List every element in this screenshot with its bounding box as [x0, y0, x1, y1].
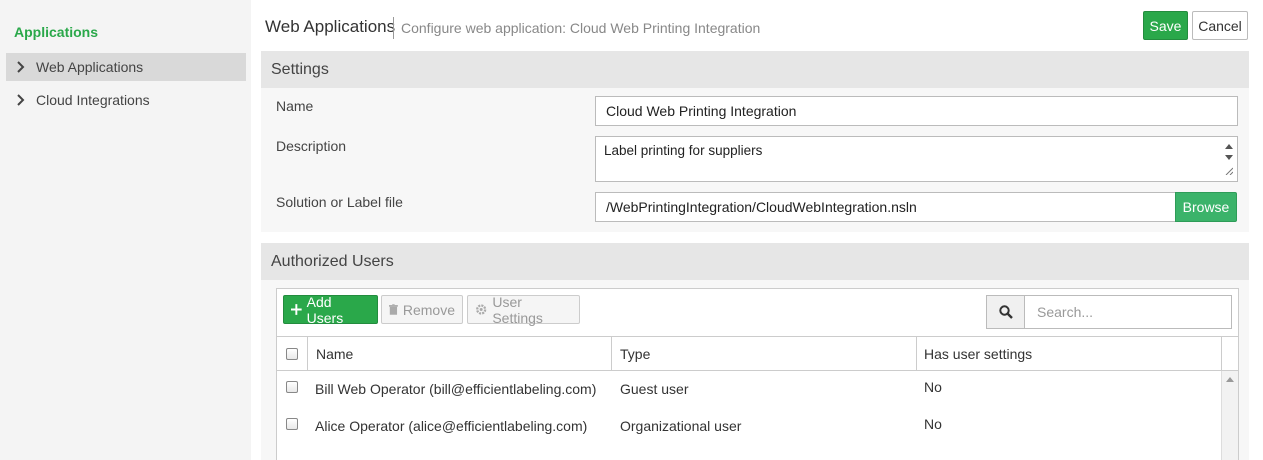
user-has-settings: No	[924, 379, 942, 395]
trash-icon	[389, 304, 398, 315]
user-settings-label: User Settings	[492, 293, 543, 326]
file-label: Solution or Label file	[276, 194, 403, 210]
table-header: Name Type Has user settings	[277, 336, 1238, 371]
scroll-up-icon	[1225, 144, 1233, 149]
remove-button[interactable]: Remove	[381, 295, 463, 324]
user-type: Guest user	[620, 381, 689, 397]
sidebar-item-cloud-integrations[interactable]: Cloud Integrations	[6, 86, 246, 114]
sidebar-item-label: Cloud Integrations	[36, 92, 150, 108]
page-subtitle: Configure web application: Cloud Web Pri…	[401, 20, 761, 36]
sidebar: Applications Web Applications Cloud Inte…	[0, 0, 251, 460]
search-icon	[998, 305, 1013, 319]
sidebar-item-web-applications[interactable]: Web Applications	[6, 53, 246, 81]
name-value: Cloud Web Printing Integration	[606, 103, 797, 119]
settings-header: Settings	[261, 51, 1249, 88]
settings-title: Settings	[271, 60, 329, 78]
row-checkbox[interactable]	[286, 418, 298, 430]
remove-label: Remove	[402, 301, 455, 318]
user-has-settings: No	[924, 416, 942, 432]
description-field[interactable]: Label printing for suppliers	[595, 136, 1238, 182]
browse-button[interactable]: Browse	[1175, 192, 1237, 222]
name-label: Name	[276, 98, 314, 114]
add-users-button[interactable]: Add Users	[283, 293, 378, 326]
textarea-scrollbar[interactable]	[1223, 139, 1235, 179]
plus-icon	[291, 304, 302, 315]
scroll-up-icon	[1226, 377, 1234, 382]
table-scrollbar[interactable]	[1221, 371, 1238, 460]
description-value: Label printing for suppliers	[604, 143, 763, 158]
users-title: Authorized Users	[271, 252, 394, 270]
gear-icon	[476, 304, 487, 315]
user-name: Alice Operator (alice@efficientlabeling.…	[315, 418, 588, 434]
sidebar-title: Applications	[14, 24, 99, 40]
row-checkbox[interactable]	[286, 381, 298, 393]
chevron-right-icon	[14, 61, 26, 73]
save-button[interactable]: Save	[1143, 11, 1188, 40]
resize-grip-icon	[1225, 167, 1233, 175]
page-title: Web Applications	[265, 17, 396, 36]
file-path-field[interactable]: /WebPrintingIntegration/CloudWebIntegrat…	[595, 192, 1176, 222]
name-field[interactable]: Cloud Web Printing Integration	[595, 96, 1238, 126]
title-divider	[393, 17, 394, 39]
chevron-right-icon	[14, 94, 26, 106]
add-users-label: Add Users	[306, 293, 344, 326]
column-header-name[interactable]: Name	[308, 337, 612, 370]
file-path-value: /WebPrintingIntegration/CloudWebIntegrat…	[606, 199, 917, 215]
search-input[interactable]	[1025, 295, 1232, 329]
column-header-type[interactable]: Type	[612, 337, 917, 370]
select-all-checkbox[interactable]	[286, 347, 298, 360]
scroll-down-icon	[1225, 155, 1233, 160]
description-label: Description	[276, 138, 347, 154]
user-name: Bill Web Operator (bill@efficientlabelin…	[315, 381, 597, 397]
cancel-button[interactable]: Cancel	[1192, 11, 1248, 40]
search-button[interactable]	[986, 295, 1025, 329]
select-all-cell	[277, 337, 308, 370]
sidebar-item-label: Web Applications	[36, 59, 144, 75]
user-settings-button[interactable]: User Settings	[467, 293, 580, 326]
user-type: Organizational user	[620, 418, 742, 434]
column-header-has-settings[interactable]: Has user settings	[917, 337, 1222, 370]
users-header: Authorized Users	[261, 243, 1249, 280]
